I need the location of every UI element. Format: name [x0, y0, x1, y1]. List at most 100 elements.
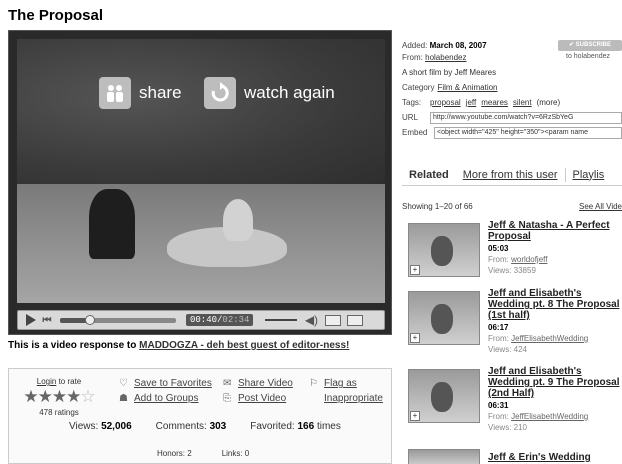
views-stat: Views: 52,006	[69, 421, 132, 432]
thumbnail-figure	[431, 382, 453, 412]
add-to-quicklist-icon[interactable]: +	[410, 411, 420, 421]
add-to-quicklist-icon[interactable]: +	[410, 265, 420, 275]
share-video-button[interactable]: ✉ Share Video	[223, 378, 309, 390]
related-video-views: Views: 210	[488, 423, 527, 432]
add-groups-label: Add to Groups	[134, 393, 199, 404]
related-video-uploader[interactable]: JeffElisabethWedding	[511, 412, 588, 421]
group-icon: ☗	[119, 393, 128, 404]
play-button[interactable]	[22, 313, 40, 327]
url-field[interactable]: http://www.youtube.com/watch?v=6RzSbYeG	[430, 112, 622, 124]
related-video-title[interactable]: Jeff & Erin's Wedding	[488, 452, 622, 463]
from-label: From:	[402, 53, 423, 62]
comments-stat: Comments: 303	[156, 421, 227, 432]
favorited-suffix: times	[316, 421, 341, 432]
related-video-uploader[interactable]: JeffElisabethWedding	[511, 334, 588, 343]
envelope-icon: ✉	[223, 378, 232, 389]
embed-field[interactable]: <object width="425" height="350"><param …	[434, 127, 622, 139]
thumbnail-figure	[431, 304, 453, 334]
flag-button-line2[interactable]: Inappropriate	[309, 393, 399, 405]
related-video-title[interactable]: Jeff and Elisabeth's Wedding pt. 9 The P…	[488, 366, 622, 399]
post-video-label: Post Video	[238, 393, 287, 404]
tag-link[interactable]: meares	[481, 97, 508, 109]
uploader-link[interactable]: holabendez	[425, 53, 466, 62]
share-label: share	[139, 83, 182, 102]
related-video-uploader[interactable]: worldofjeff	[511, 255, 547, 264]
tab-related[interactable]: Related	[402, 169, 456, 181]
related-video-views: Views: 424	[488, 345, 527, 354]
previous-button[interactable]: ⏮	[40, 313, 54, 327]
video-thumbnail[interactable]: +	[408, 369, 480, 423]
response-link[interactable]: MADDOGZA - deh best guest of editor-ness…	[139, 340, 349, 351]
results-summary: Showing 1–20 of 66 See All Vide	[402, 202, 622, 211]
video-scene-background	[17, 39, 385, 185]
save-favorites-button[interactable]: ♡ Save to Favorites	[119, 378, 223, 390]
more-tags-link[interactable]: (more)	[537, 97, 561, 109]
watch-again-overlay-button[interactable]: watch again	[204, 77, 335, 109]
login-link[interactable]: Login	[37, 377, 57, 386]
honors-links: Honors: 2 Links: 0	[157, 449, 249, 458]
video-stats-box: Login to rate ★★★★☆ 478 ratings ♡ Save to…	[8, 368, 392, 464]
video-description: A short film by Jeff Meares	[402, 68, 497, 77]
showing-count: Showing 1–20 of 66	[402, 202, 473, 211]
rating-widget: Login to rate ★★★★☆ 478 ratings	[19, 377, 99, 417]
add-groups-button[interactable]: ☗ Add to Groups	[119, 393, 223, 405]
video-thumbnail[interactable]: +	[408, 291, 480, 345]
rating-count: 478 ratings	[39, 408, 79, 417]
left-column: share watch again ⏮ 00:40/02:34 ◀) This …	[8, 30, 392, 464]
flag-button[interactable]: ⚐ Flag as	[309, 378, 399, 390]
tag-link[interactable]: silent	[513, 97, 532, 109]
volume-slider[interactable]	[265, 319, 298, 321]
related-tabs: Related More from this user Playlis	[402, 164, 622, 186]
comments-count: 303	[209, 421, 227, 432]
replay-icon	[204, 77, 236, 109]
flag-label: Flag as	[324, 378, 357, 390]
video-thumbnail[interactable]	[408, 449, 480, 464]
player-controls: ⏮ 00:40/02:34 ◀)	[17, 310, 385, 330]
views-label: Views:	[69, 421, 99, 432]
added-label: Added:	[402, 41, 428, 50]
video-actions: ♡ Save to Favorites ✉ Share Video ⚐ Flag as…	[119, 378, 399, 405]
share-icon	[99, 77, 131, 109]
tab-more-from-user[interactable]: More from this user	[456, 169, 565, 181]
comments-label: Comments:	[155, 421, 207, 432]
star-rating[interactable]: ★★★★☆	[19, 387, 99, 407]
post-icon: ⎘	[223, 393, 231, 404]
post-video-button[interactable]: ⎘ Post Video	[223, 393, 309, 405]
related-video-title[interactable]: Jeff and Elisabeth's Wedding pt. 8 The P…	[488, 288, 622, 321]
from-label: From:	[488, 255, 509, 264]
add-to-quicklist-icon[interactable]: +	[410, 333, 420, 343]
flag-label-line1: Flag as	[324, 378, 357, 389]
thumbnail-figure	[431, 236, 453, 266]
embed-label: Embed	[402, 128, 428, 137]
rate-suffix: to rate	[58, 377, 82, 386]
honors-stat[interactable]: Honors: 2	[157, 449, 192, 458]
related-video-views: Views: 33859	[488, 266, 536, 275]
links-stat[interactable]: Links: 0	[222, 449, 250, 458]
filled-stars: ★★★★	[23, 387, 81, 406]
category-link[interactable]: Film & Animation	[437, 82, 497, 94]
category-label: Category	[402, 83, 435, 92]
added-date: March 08, 2007	[429, 41, 487, 50]
fullscreen-button[interactable]	[347, 314, 364, 326]
progress-bar[interactable]	[60, 314, 176, 325]
tags-row: Tags: proposal jeff meares silent (more)	[402, 97, 622, 109]
share-overlay-button[interactable]: share	[99, 77, 182, 109]
subscribe-button[interactable]: ✔ SUBSCRIBE	[558, 40, 622, 51]
page-title: The Proposal	[8, 7, 104, 24]
tags-label: Tags:	[402, 98, 422, 107]
favorited-count: 166	[297, 421, 315, 432]
normal-size-button[interactable]	[325, 314, 342, 326]
tab-playlists[interactable]: Playlis	[566, 169, 612, 181]
video-frame[interactable]: share watch again	[17, 39, 385, 303]
see-all-link[interactable]: See All Vide	[579, 202, 622, 211]
volume-icon[interactable]: ◀)	[303, 313, 319, 327]
progress-knob[interactable]	[85, 314, 96, 325]
video-thumbnail[interactable]: +	[408, 223, 480, 277]
tag-link[interactable]: proposal	[430, 97, 461, 109]
tag-link[interactable]: jeff	[466, 97, 477, 109]
related-video-duration: 05:03	[488, 244, 509, 253]
video-player[interactable]: share watch again ⏮ 00:40/02:34 ◀)	[8, 30, 392, 335]
related-video-title[interactable]: Jeff & Natasha - A Perfect Proposal	[488, 220, 622, 242]
related-video-duration: 06:17	[488, 323, 509, 332]
right-column: ✔ SUBSCRIBE to holabendez Added: March 0…	[402, 40, 622, 464]
